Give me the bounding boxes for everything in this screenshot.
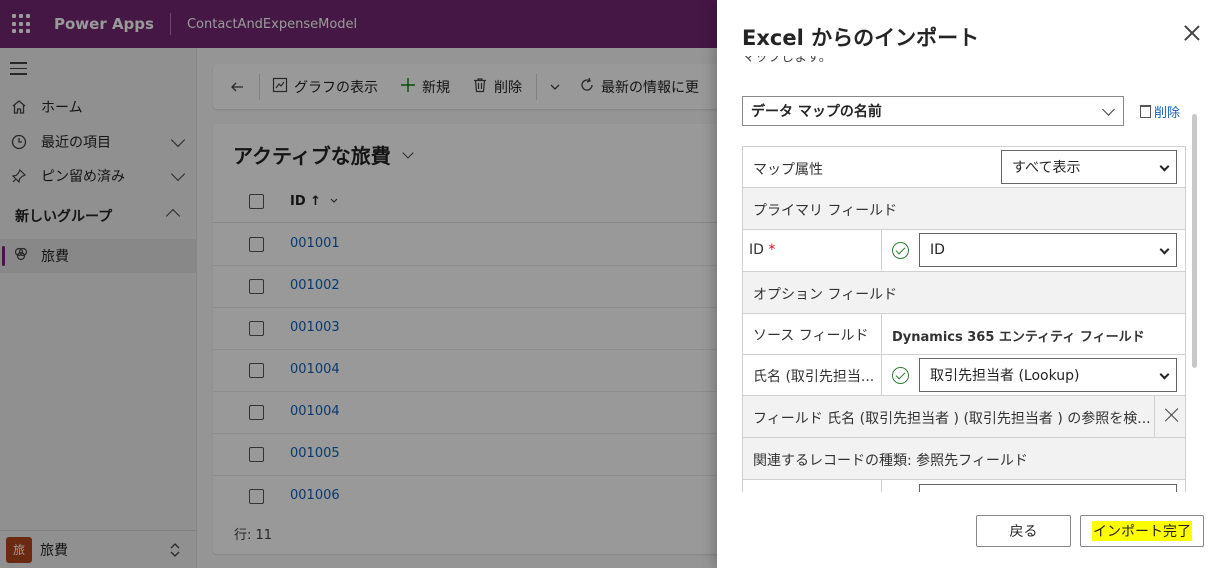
close-icon[interactable] xyxy=(1183,24,1201,42)
column-header-row: ソース フィールド Dynamics 365 エンティティ フィールド xyxy=(743,314,1185,355)
chevron-down-icon xyxy=(1159,161,1170,172)
warning-text: フィールド 氏名 (取引先担当者 ) (取引先担当者 ) の参照を検... xyxy=(753,411,1151,427)
field-label: ID xyxy=(749,242,764,258)
optional-fields-header: オプション フィールド xyxy=(743,272,1185,314)
chevron-down-icon xyxy=(1159,369,1170,380)
divider xyxy=(1154,396,1155,437)
map-attribute-row: マップ属性 すべて表示 xyxy=(743,146,1185,188)
button-label: インポート完了 xyxy=(1092,521,1192,541)
next-field-select[interactable] xyxy=(919,484,1177,492)
select-value: すべて表示 xyxy=(1012,160,1081,176)
import-panel: Excel からのインポート マップします。 データ マップの名前 削除 マップ… xyxy=(717,0,1225,568)
related-record-row: 関連するレコードの種類: 参照先フィールド xyxy=(743,438,1185,480)
scrollbar[interactable] xyxy=(1192,114,1197,368)
back-button[interactable]: 戻る xyxy=(976,515,1071,547)
primary-fields-header: プライマリ フィールド xyxy=(743,188,1185,230)
divider xyxy=(881,480,882,492)
name-mapping-row: 氏名 (取引先担当... 取引先担当者 (Lookup) xyxy=(743,355,1185,396)
divider xyxy=(881,230,882,271)
delete-link-label: 削除 xyxy=(1154,106,1181,121)
chevron-down-icon xyxy=(1159,244,1170,255)
finish-import-button[interactable]: インポート完了 xyxy=(1080,515,1204,547)
description-text-content: マップします。 xyxy=(742,56,832,65)
mapping-table: マップ属性 すべて表示 プライマリ フィールド ID * ID オプション フィ… xyxy=(742,146,1186,492)
description-text: マップします。 xyxy=(742,56,832,70)
source-field-label: 氏名 (取引先担当... xyxy=(753,369,875,385)
check-circle-icon xyxy=(892,242,909,259)
name-field-select[interactable]: 取引先担当者 (Lookup) xyxy=(919,358,1177,392)
divider xyxy=(881,355,882,395)
target-field-header: Dynamics 365 エンティティ フィールド xyxy=(892,330,1145,345)
related-record-label: 関連するレコードの種類: 参照先フィールド xyxy=(753,453,1028,469)
data-map-select[interactable]: データ マップの名前 xyxy=(742,96,1124,126)
chevron-down-icon xyxy=(1102,103,1115,116)
select-value: ID xyxy=(930,242,945,258)
panel-title: Excel からのインポート xyxy=(742,26,980,50)
close-icon[interactable] xyxy=(1165,408,1179,422)
section-header-label: プライマリ フィールド xyxy=(753,203,898,219)
data-map-select-value: データ マップの名前 xyxy=(751,104,882,120)
required-marker: * xyxy=(768,242,776,258)
map-attribute-label: マップ属性 xyxy=(753,162,823,178)
source-field-header: ソース フィールド xyxy=(753,328,869,344)
section-header-label: オプション フィールド xyxy=(753,287,898,303)
delete-map-link[interactable]: 削除 xyxy=(1140,102,1180,121)
id-field-label: ID * xyxy=(749,242,775,258)
lookup-warning-row[interactable]: フィールド 氏名 (取引先担当者 ) (取引先担当者 ) の参照を検... xyxy=(743,396,1185,438)
id-mapping-row: ID * ID xyxy=(743,230,1185,272)
select-value: 取引先担当者 (Lookup) xyxy=(930,368,1080,384)
divider xyxy=(881,314,882,354)
trash-icon xyxy=(1140,105,1151,118)
mapping-scroll-area[interactable]: マップ属性 すべて表示 プライマリ フィールド ID * ID オプション フィ… xyxy=(742,146,1186,492)
check-circle-icon xyxy=(892,367,909,384)
button-label: 戻る xyxy=(1009,524,1038,540)
next-mapping-row xyxy=(743,480,1185,492)
id-field-select[interactable]: ID xyxy=(919,233,1177,267)
map-attribute-select[interactable]: すべて表示 xyxy=(1001,150,1177,184)
